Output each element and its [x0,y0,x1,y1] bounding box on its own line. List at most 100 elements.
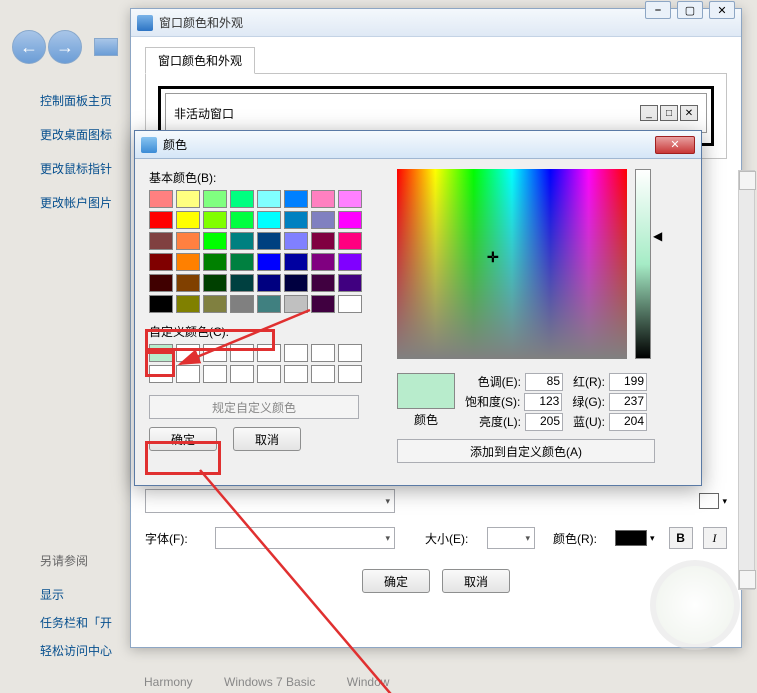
nav-dropdown-icon[interactable] [94,38,118,56]
font-dropdown[interactable] [215,527,395,549]
sidebar-link-desktop-icons[interactable]: 更改桌面图标 [40,126,140,144]
basic-color-cell[interactable] [149,211,173,229]
luminosity-slider[interactable] [635,169,651,359]
custom-color-cell[interactable] [203,365,227,383]
basic-color-cell[interactable] [257,211,281,229]
item-dropdown[interactable] [145,489,395,513]
basic-color-cell[interactable] [149,295,173,313]
basic-color-cell[interactable] [311,274,335,292]
basic-color-cell[interactable] [257,253,281,271]
sidebar-link-mouse-pointer[interactable]: 更改鼠标指针 [40,160,140,178]
basic-color-cell[interactable] [203,190,227,208]
basic-color-cell[interactable] [230,232,254,250]
custom-color-cell[interactable] [257,365,281,383]
basic-color-cell[interactable] [284,274,308,292]
theme-harmony[interactable]: Harmony [144,675,193,689]
basic-color-cell[interactable] [338,253,362,271]
basic-color-cell[interactable] [284,190,308,208]
basic-color-cell[interactable] [230,253,254,271]
parent-cancel-button[interactable]: 取消 [442,569,510,593]
custom-color-cell[interactable] [311,344,335,362]
theme-win7basic[interactable]: Windows 7 Basic [224,675,315,689]
basic-color-cell[interactable] [176,211,200,229]
basic-color-cell[interactable] [284,211,308,229]
basic-color-cell[interactable] [257,232,281,250]
basic-color-cell[interactable] [230,190,254,208]
basic-color-cell[interactable] [311,253,335,271]
basic-color-cell[interactable] [257,274,281,292]
basic-color-cell[interactable] [149,253,173,271]
color-dialog-close-button[interactable]: ✕ [655,136,695,154]
scrollbar[interactable] [738,170,755,590]
back-button[interactable]: ← [12,30,46,64]
basic-color-cell[interactable] [284,232,308,250]
tab-window-color[interactable]: 窗口颜色和外观 [145,47,255,74]
basic-color-cell[interactable] [311,211,335,229]
basic-color-cell[interactable] [203,253,227,271]
basic-color-cell[interactable] [149,190,173,208]
custom-color-cell[interactable] [230,365,254,383]
basic-color-cell[interactable] [257,190,281,208]
font-color-dropdown[interactable]: ▾ [615,527,655,549]
green-input[interactable]: 237 [609,393,647,411]
theme-window[interactable]: Window [347,675,390,689]
basic-color-cell[interactable] [149,232,173,250]
basic-color-cell[interactable] [311,295,335,313]
window-icon [137,15,153,31]
preview-close-icon: ✕ [680,105,698,121]
size-dropdown[interactable] [487,527,535,549]
basic-color-cell[interactable] [338,190,362,208]
bold-button[interactable]: B [669,527,693,549]
basic-color-cell[interactable] [230,295,254,313]
custom-color-cell[interactable] [338,344,362,362]
basic-color-cell[interactable] [176,253,200,271]
hue-input[interactable]: 85 [525,373,563,391]
custom-color-cell[interactable] [338,365,362,383]
custom-color-cell[interactable] [176,365,200,383]
basic-color-cell[interactable] [203,295,227,313]
basic-color-cell[interactable] [284,253,308,271]
maximize-icon[interactable]: ▢ [677,1,703,19]
define-custom-button[interactable]: 规定自定义颜色 [149,395,359,419]
see-also-display[interactable]: 显示 [40,586,140,604]
basic-color-cell[interactable] [311,190,335,208]
basic-color-cell[interactable] [176,190,200,208]
basic-color-cell[interactable] [149,274,173,292]
sidebar-link-account-picture[interactable]: 更改帐户图片 [40,194,140,212]
basic-color-cell[interactable] [230,211,254,229]
basic-color-cell[interactable] [176,274,200,292]
sat-input[interactable]: 123 [524,393,562,411]
color-cancel-button[interactable]: 取消 [233,427,301,451]
parent-ok-button[interactable]: 确定 [362,569,430,593]
basic-color-cell[interactable] [176,295,200,313]
basic-color-cell[interactable] [257,295,281,313]
close-icon[interactable]: ✕ [709,1,735,19]
custom-color-cell[interactable] [284,365,308,383]
basic-color-cell[interactable] [338,295,362,313]
sidebar-home[interactable]: 控制面板主页 [40,92,140,110]
window-controls: ⎯ ▢ ✕ [645,1,735,19]
see-also-taskbar[interactable]: 任务栏和「开 [40,614,140,632]
minimize-icon[interactable]: ⎯ [645,1,671,19]
see-also-ease-of-access[interactable]: 轻松访问中心 [40,642,140,660]
basic-color-cell[interactable] [230,274,254,292]
custom-color-cell[interactable] [311,365,335,383]
italic-button[interactable]: I [703,527,727,549]
basic-color-cell[interactable] [203,274,227,292]
red-input[interactable]: 199 [609,373,647,391]
color1-swatch[interactable] [699,493,719,509]
blue-input[interactable]: 204 [609,413,647,431]
add-to-custom-button[interactable]: 添加到自定义颜色(A) [397,439,655,463]
basic-color-cell[interactable] [338,211,362,229]
basic-color-cell[interactable] [338,232,362,250]
basic-color-cell[interactable] [203,211,227,229]
hue-sat-picker[interactable]: ✛ [397,169,627,359]
custom-color-cell[interactable] [284,344,308,362]
basic-color-cell[interactable] [176,232,200,250]
forward-button[interactable]: → [48,30,82,64]
basic-color-cell[interactable] [203,232,227,250]
basic-color-cell[interactable] [311,232,335,250]
lum-input[interactable]: 205 [525,413,563,431]
basic-color-cell[interactable] [338,274,362,292]
basic-color-cell[interactable] [284,295,308,313]
